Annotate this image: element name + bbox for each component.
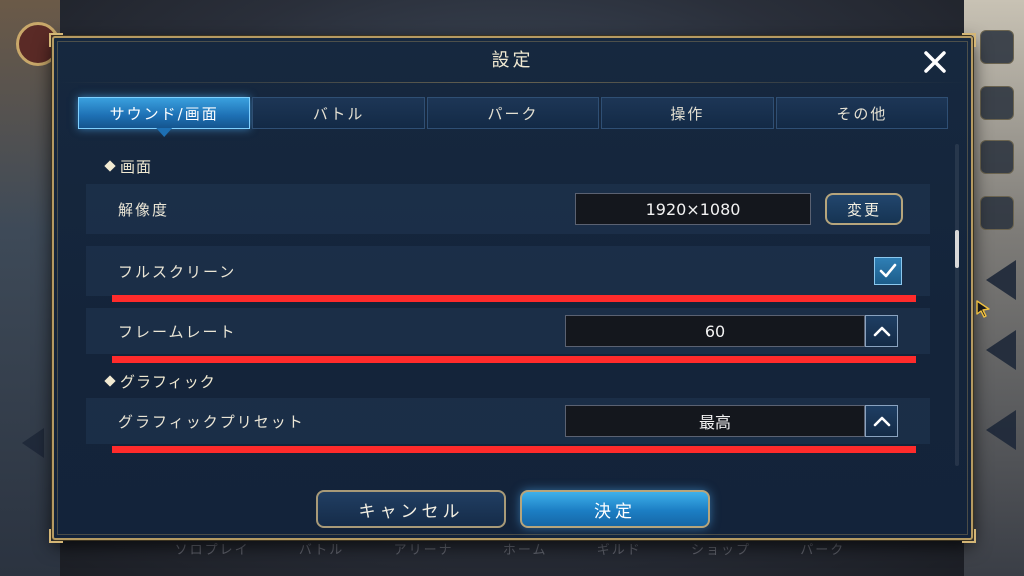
frame-corner bbox=[962, 33, 976, 47]
frame-corner bbox=[49, 529, 63, 543]
section-title: 画面 bbox=[120, 157, 153, 176]
section-header-screen: 画面 bbox=[104, 154, 153, 178]
frame-corner bbox=[49, 33, 63, 47]
framerate-select[interactable]: 60 bbox=[565, 315, 865, 347]
tab-controls[interactable]: 操作 bbox=[601, 97, 774, 129]
setting-label: グラフィックプリセット bbox=[118, 412, 305, 431]
tab-label: バトル bbox=[312, 104, 365, 123]
background-left bbox=[0, 0, 60, 576]
section-header-graphics: グラフィック bbox=[104, 369, 216, 393]
settings-tabs: サウンド/画面 バトル パーク 操作 その他 bbox=[78, 97, 949, 137]
setting-label: フルスクリーン bbox=[118, 262, 237, 281]
content-scrollbar[interactable] bbox=[955, 144, 959, 466]
mouse-cursor-icon bbox=[976, 300, 990, 318]
confirm-button[interactable]: 決定 bbox=[520, 490, 710, 528]
tab-label: 操作 bbox=[670, 104, 705, 123]
active-tab-pointer bbox=[156, 128, 173, 137]
highlight-underline bbox=[112, 446, 916, 453]
frame-corner bbox=[962, 529, 976, 543]
nav-item: パーク bbox=[800, 542, 846, 558]
nav-item: ギルド bbox=[596, 542, 642, 558]
tab-battle[interactable]: バトル bbox=[252, 97, 425, 129]
close-button[interactable] bbox=[919, 46, 951, 78]
chevron-up-icon bbox=[873, 326, 890, 337]
setting-row-graphics-preset: グラフィックプリセット 最高 bbox=[86, 398, 930, 444]
title-divider bbox=[54, 82, 971, 83]
change-resolution-button[interactable]: 変更 bbox=[825, 193, 903, 225]
setting-row-resolution: 解像度 1920×1080 変更 bbox=[86, 184, 930, 234]
nav-item: ホーム bbox=[502, 542, 548, 558]
tab-label: パーク bbox=[487, 104, 539, 123]
tab-label: その他 bbox=[836, 104, 888, 123]
side-menu-icon bbox=[980, 86, 1014, 120]
nav-item: ソロプレイ bbox=[174, 542, 250, 558]
settings-dialog: 設定 サウンド/画面 バトル パーク 操作 その他 画面 解像度 1920×10… bbox=[49, 33, 990, 543]
resolution-value: 1920×1080 bbox=[575, 193, 811, 225]
side-menu-icon bbox=[980, 196, 1014, 230]
settings-content: 画面 解像度 1920×1080 変更 フルスクリーン フレームレート 60 グ… bbox=[78, 138, 948, 468]
setting-row-framerate: フレームレート 60 bbox=[86, 308, 930, 354]
check-icon bbox=[879, 263, 897, 278]
close-icon bbox=[924, 51, 946, 73]
cancel-button[interactable]: キャンセル bbox=[316, 490, 506, 528]
chevron-up-icon bbox=[873, 416, 890, 427]
section-title: グラフィック bbox=[120, 372, 216, 391]
side-menu-icon bbox=[980, 30, 1014, 64]
nav-item: バトル bbox=[298, 542, 345, 558]
tab-sound-screen[interactable]: サウンド/画面 bbox=[78, 97, 251, 137]
setting-label: 解像度 bbox=[118, 200, 170, 219]
nav-item: ショップ bbox=[691, 542, 752, 558]
dialog-title: 設定 bbox=[491, 50, 534, 71]
highlight-underline bbox=[112, 356, 916, 363]
side-menu-icon bbox=[980, 140, 1014, 174]
scrollbar-thumb[interactable] bbox=[955, 230, 959, 268]
tab-park[interactable]: パーク bbox=[426, 97, 600, 129]
setting-row-fullscreen: フルスクリーン bbox=[86, 246, 930, 296]
nav-item: アリーナ bbox=[393, 542, 454, 558]
diamond-icon bbox=[104, 375, 116, 387]
tab-other[interactable]: その他 bbox=[775, 97, 949, 129]
diamond-icon bbox=[104, 160, 116, 172]
tab-label: サウンド/画面 bbox=[109, 104, 219, 123]
graphics-preset-dropdown-button[interactable] bbox=[865, 405, 898, 437]
setting-label: フレームレート bbox=[118, 322, 237, 341]
highlight-underline bbox=[112, 295, 916, 302]
graphics-preset-select[interactable]: 最高 bbox=[565, 405, 865, 437]
framerate-dropdown-button[interactable] bbox=[865, 315, 898, 347]
fullscreen-checkbox[interactable] bbox=[874, 257, 902, 285]
